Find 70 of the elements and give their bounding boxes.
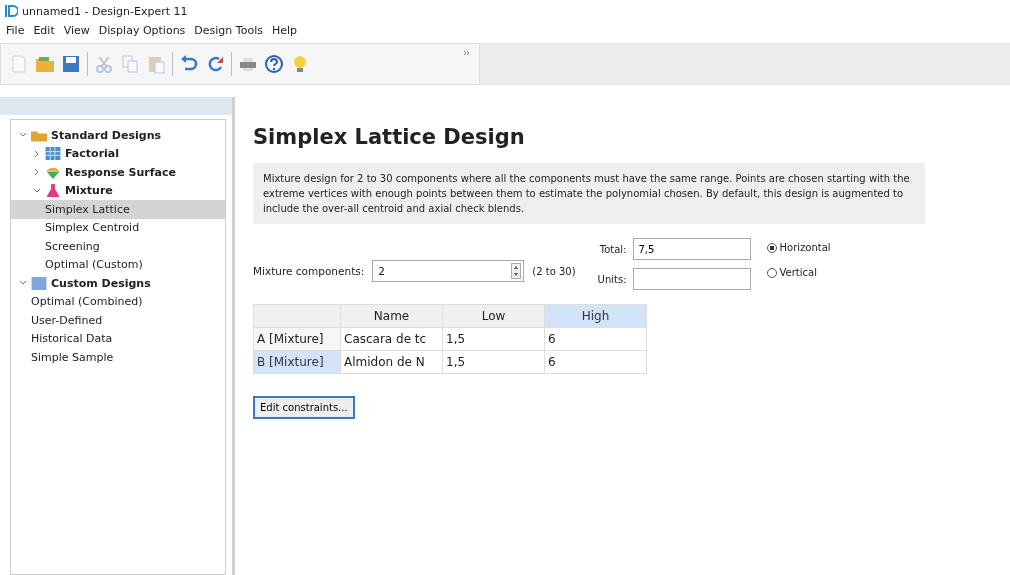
window-title: unnamed1 - Design-Expert 11: [22, 4, 188, 18]
expanded-chevron-icon[interactable]: [33, 186, 41, 195]
grid-icon: [45, 147, 61, 161]
column-header[interactable]: Low: [442, 304, 545, 328]
menu-item[interactable]: Help: [271, 24, 297, 37]
app-logo-icon: [4, 4, 18, 18]
field-label: Total:: [598, 243, 627, 255]
tree-label: Simplex Centroid: [45, 221, 140, 235]
edit-constraints-button[interactable]: Edit constraints...: [253, 396, 355, 419]
tree-item[interactable]: User-Defined: [11, 311, 225, 330]
spin-arrows-icon[interactable]: [511, 263, 522, 279]
tree-label: Response Surface: [65, 165, 176, 179]
table-cell[interactable]: 1,5: [442, 350, 545, 374]
tree-label: Simplex Lattice: [45, 202, 130, 216]
collapsed-chevron-icon[interactable]: [33, 149, 41, 158]
tree-label: Optimal (Combined): [31, 295, 143, 309]
table-cell[interactable]: Cascara de tc: [340, 327, 443, 351]
row-header[interactable]: A [Mixture]: [253, 327, 341, 351]
radio-option[interactable]: Vertical: [766, 267, 831, 278]
menu-item[interactable]: Edit: [33, 24, 55, 37]
tree-label: Screening: [45, 239, 100, 253]
menu-item[interactable]: Design Tools: [194, 24, 263, 37]
tree-item[interactable]: Mixture: [11, 181, 225, 200]
tree-item[interactable]: Optimal (Combined): [11, 292, 225, 311]
tree-item[interactable]: Screening: [11, 237, 225, 256]
table-cell[interactable]: 1,5: [442, 327, 545, 351]
field-label: Units:: [597, 273, 627, 285]
tree-item[interactable]: Optimal (Custom): [11, 255, 225, 274]
tree-label: Mixture: [65, 184, 113, 198]
menu-item[interactable]: View: [63, 24, 90, 37]
tree-item[interactable]: Factorial: [11, 144, 225, 163]
radio-button[interactable]: [766, 242, 777, 253]
help-icon[interactable]: [264, 54, 284, 74]
tree-item[interactable]: Simplex Centroid: [11, 218, 225, 237]
collapsed-chevron-icon[interactable]: [33, 168, 41, 177]
description-text: Mixture design for 2 to 30 components where all the components must have the same range. Points are chosen starting with the extreme vertices with enough points between them to estimate the polynomial chosen. By default, this design is augmented to include the over-all centroid and axial check blends.: [253, 163, 925, 224]
save-icon[interactable]: [61, 54, 81, 74]
tree-label: Standard Designs: [51, 128, 162, 142]
tree-label: Simple Sample: [31, 350, 114, 364]
tree-item[interactable]: Historical Data: [11, 329, 225, 348]
overflow-chevron-icon[interactable]: [463, 50, 471, 56]
square-icon: [31, 276, 47, 290]
range-hint: (2 to 30): [532, 265, 576, 277]
tree-label: User-Defined: [31, 313, 103, 327]
table-cell[interactable]: Almidon de N: [340, 350, 443, 374]
open-icon[interactable]: [35, 54, 55, 74]
page-heading: Simplex Lattice Design: [253, 125, 526, 149]
field-label: Mixture components:: [253, 265, 365, 277]
flask-icon: [45, 184, 61, 198]
tree-item[interactable]: Simple Sample: [11, 348, 225, 367]
tree-label: Historical Data: [31, 332, 113, 346]
menu-item[interactable]: File: [6, 24, 25, 37]
tree-item[interactable]: Standard Designs: [11, 126, 225, 145]
table-cell[interactable]: 6: [544, 327, 647, 351]
column-header[interactable]: Name: [340, 304, 443, 328]
table-cell[interactable]: 6: [544, 350, 647, 374]
tree-item[interactable]: Simplex Lattice: [11, 200, 225, 219]
radio-option[interactable]: Horizontal: [766, 242, 831, 253]
total-field[interactable]: 7,5: [632, 238, 751, 260]
surface-icon: [45, 165, 61, 179]
tree-label: Factorial: [65, 147, 120, 161]
menu-item[interactable]: Display Options: [98, 24, 186, 37]
tree-label: Optimal (Custom): [45, 258, 143, 272]
column-header[interactable]: High: [544, 304, 647, 328]
tree-item[interactable]: Response Surface: [11, 163, 225, 182]
units-field[interactable]: [632, 268, 751, 290]
row-header[interactable]: B [Mixture]: [253, 350, 341, 374]
tree-item[interactable]: Custom Designs: [11, 274, 225, 293]
tree-label: Custom Designs: [51, 276, 151, 290]
components-spinbox[interactable]: 2: [372, 260, 525, 282]
